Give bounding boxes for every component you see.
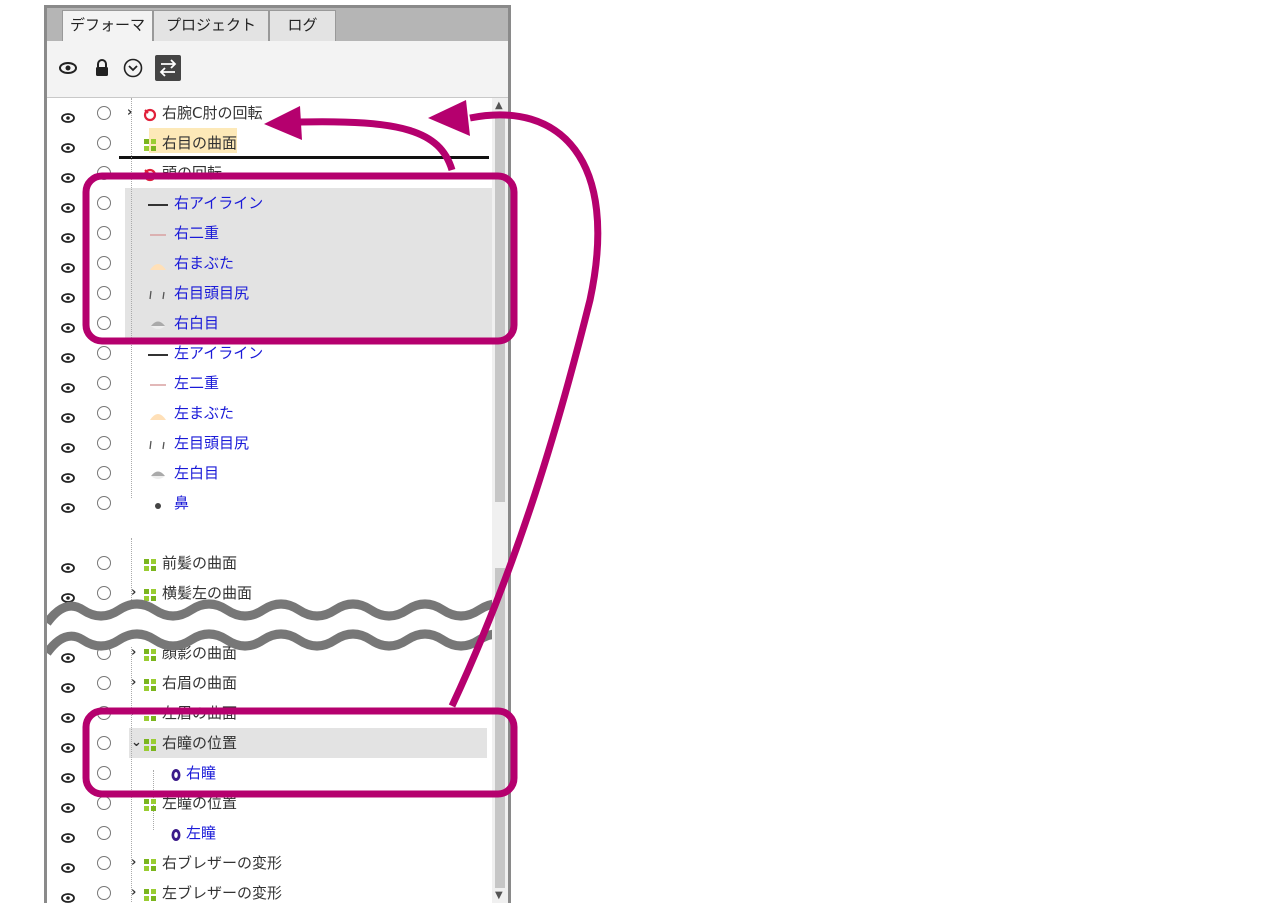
arrow-to-right-eye-warp-from-parts: [299, 118, 456, 172]
right-pupil-callout-box: [82, 707, 518, 798]
eye-parts-callout-box: [82, 172, 518, 345]
arrow-head-left-2: [428, 100, 470, 136]
arrow-head-left: [264, 106, 302, 140]
annotation-overlay: [82, 100, 602, 798]
arrow-to-right-eye-warp-from-pupil: [448, 111, 602, 708]
